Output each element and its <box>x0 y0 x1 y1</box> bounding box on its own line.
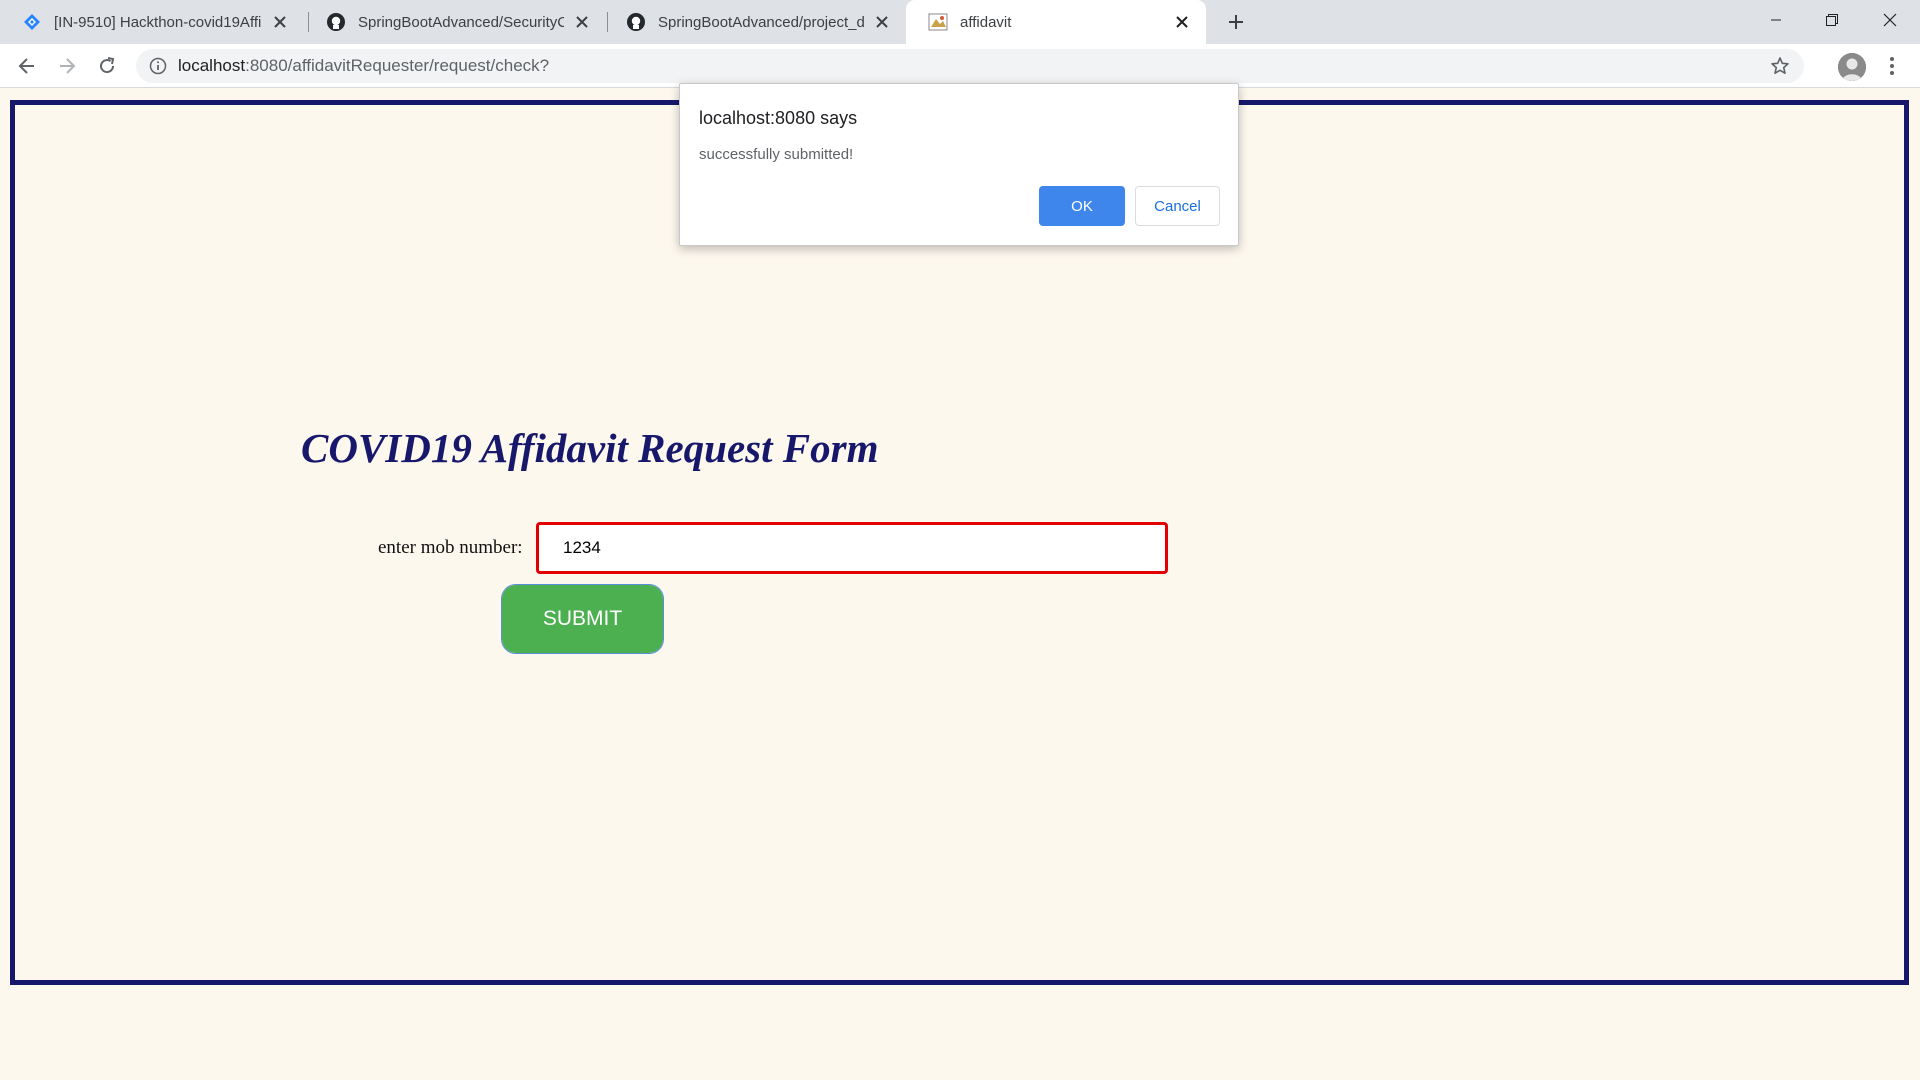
tab-jira[interactable]: [IN-9510] Hackthon-covid19Affidavit <box>0 0 304 44</box>
ok-button[interactable]: OK <box>1039 186 1125 226</box>
window-close-button[interactable] <box>1862 0 1918 40</box>
github-icon <box>326 12 346 32</box>
page-title: COVID19 Affidavit Request Form <box>301 425 879 471</box>
close-icon[interactable] <box>270 12 290 32</box>
minimize-icon <box>1771 19 1781 21</box>
back-button[interactable] <box>11 50 43 82</box>
mob-number-label: enter mob number: <box>378 537 523 558</box>
browser-menu-button[interactable] <box>1878 52 1906 80</box>
arrow-left-icon <box>18 58 34 74</box>
jira-icon <box>22 12 42 32</box>
minimize-button[interactable] <box>1748 0 1804 40</box>
forward-button[interactable] <box>51 50 83 82</box>
tab-affidavit[interactable]: affidavit <box>906 0 1206 44</box>
scrollbar[interactable] <box>1914 88 1920 1080</box>
restore-button[interactable] <box>1804 0 1860 40</box>
plus-icon <box>1229 15 1243 29</box>
cancel-button[interactable]: Cancel <box>1135 186 1220 226</box>
tab-title: SpringBootAdvanced/project_details <box>658 13 864 31</box>
tab-title: affidavit <box>960 13 1012 31</box>
tab-title: SpringBootAdvanced/SecurityConfig <box>358 13 564 31</box>
tab-github-security[interactable]: SpringBootAdvanced/SecurityConfig <box>304 0 606 44</box>
url-host: localhost <box>178 56 246 75</box>
star-icon[interactable] <box>1770 56 1790 76</box>
tab-strip: [IN-9510] Hackthon-covid19Affidavit Spri… <box>0 0 1920 44</box>
arrow-right-icon <box>60 58 76 74</box>
more-vert-icon <box>1890 57 1894 75</box>
mob-number-input[interactable] <box>536 522 1168 574</box>
dialog-title: localhost:8080 says <box>699 108 858 128</box>
address-bar[interactable]: localhost:8080/affidavitRequester/reques… <box>136 49 1804 83</box>
tab-title: [IN-9510] Hackthon-covid19Affidavit <box>54 13 262 31</box>
github-icon <box>626 12 646 32</box>
url-text: localhost:8080/affidavitRequester/reques… <box>178 56 549 76</box>
reload-icon <box>100 57 115 74</box>
person-icon <box>1838 53 1866 81</box>
profile-avatar[interactable] <box>1838 53 1866 81</box>
new-tab-button[interactable] <box>1222 8 1250 36</box>
reload-button[interactable] <box>91 50 123 82</box>
close-icon <box>1883 13 1897 27</box>
info-icon[interactable] <box>148 56 168 76</box>
close-icon[interactable] <box>1172 12 1192 32</box>
url-path: :8080/affidavitRequester/request/check? <box>245 56 550 75</box>
alert-dialog: localhost:8080 says successfully submitt… <box>679 83 1239 246</box>
submit-button[interactable]: SUBMIT <box>501 584 664 654</box>
close-icon[interactable] <box>572 12 592 32</box>
page-favicon-icon <box>928 12 948 32</box>
dialog-message: successfully submitted! <box>699 146 854 163</box>
close-icon[interactable] <box>872 12 892 32</box>
browser-toolbar: localhost:8080/affidavitRequester/reques… <box>0 44 1920 88</box>
tab-github-project[interactable]: SpringBootAdvanced/project_details <box>604 0 906 44</box>
restore-icon <box>1826 14 1838 26</box>
